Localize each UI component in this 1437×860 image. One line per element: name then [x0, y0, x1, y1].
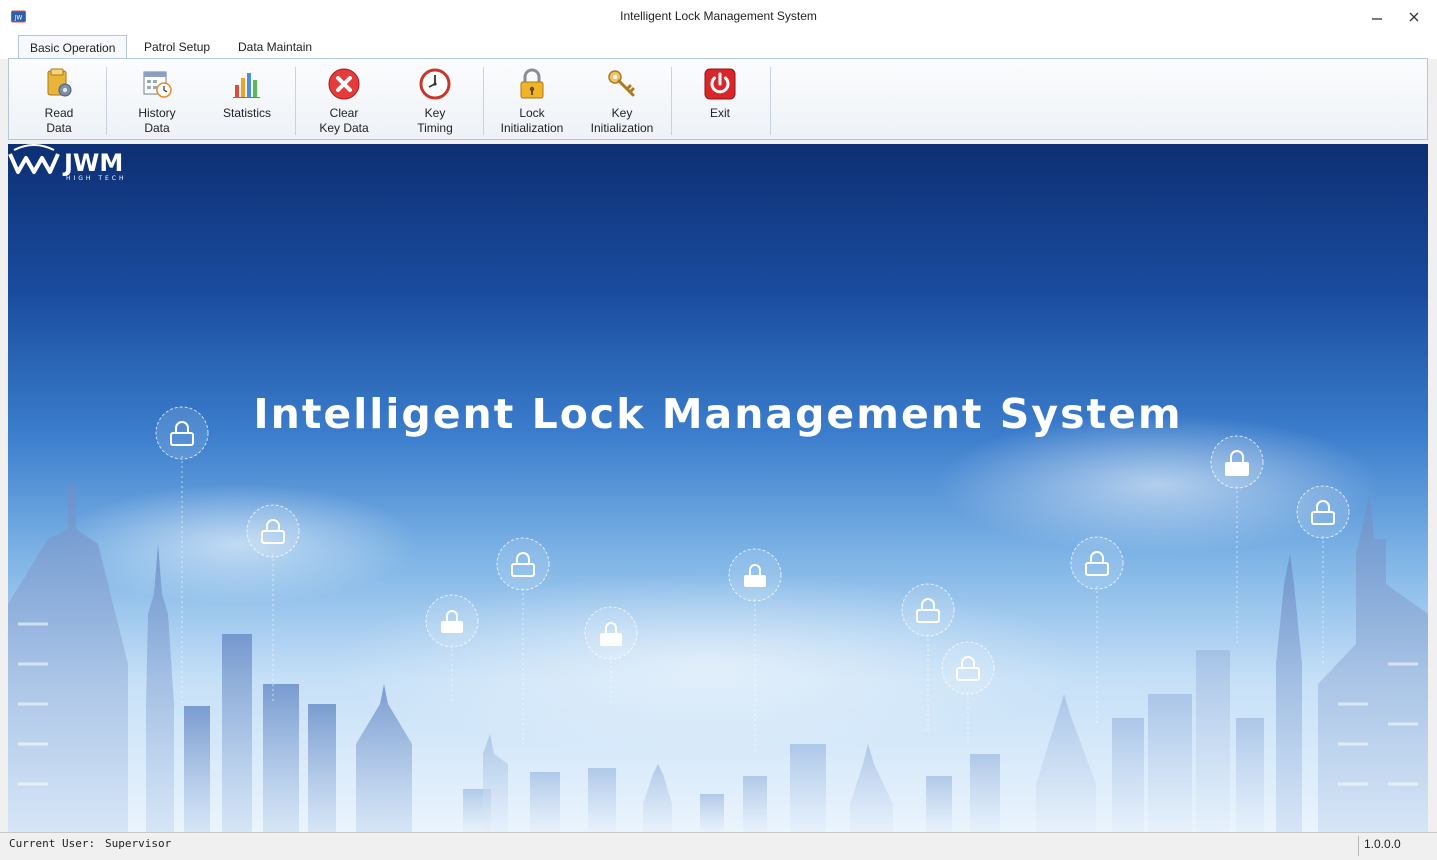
tab-data-maintain[interactable]: Data Maintain [227, 35, 323, 59]
read-data-icon [47, 68, 72, 97]
version-label: 1.0.0.0 [1364, 837, 1401, 851]
red-x-icon [328, 68, 360, 100]
minimize-button[interactable] [1360, 0, 1394, 33]
key-icon [608, 70, 635, 97]
svg-text:HIGH TECH: HIGH TECH [66, 175, 127, 182]
read-data-button[interactable]: Read Data [21, 59, 97, 139]
close-icon [1409, 12, 1419, 21]
bar-chart-icon [233, 73, 260, 98]
key-initialization-label: Key Initialization [590, 106, 654, 135]
close-button[interactable] [1397, 0, 1431, 33]
clear-key-data-button[interactable]: Clear Key Data [306, 59, 382, 139]
exit-label: Exit [709, 106, 730, 120]
jwm-logo: JWM HIGH TECH [8, 144, 127, 182]
current-user-value: Supervisor [105, 837, 172, 850]
padlock-icon [520, 68, 544, 99]
ribbon-separator [483, 67, 484, 135]
ribbon-tabstrip: Basic Operation Patrol Setup Data Mainta… [0, 33, 1437, 59]
city-skyline-illustration [8, 406, 1428, 832]
power-icon [704, 68, 736, 100]
status-bar: Current User: Supervisor 1.0.0.0 [0, 832, 1437, 860]
calendar-clock-icon [143, 71, 172, 98]
statistics-label: Statistics [222, 106, 271, 120]
ribbon-separator [770, 67, 771, 135]
lock-initialization-button[interactable]: Lock Initialization [492, 59, 572, 139]
ribbon-panel: Read Data History Data Statistics Clear … [8, 58, 1428, 140]
ribbon-separator [106, 67, 107, 135]
history-data-label: History Data [138, 106, 176, 135]
ribbon-separator [671, 67, 672, 135]
statistics-button[interactable]: Statistics [209, 59, 285, 139]
ribbon-separator [295, 67, 296, 135]
title-bar: JW Intelligent Lock Management System [0, 0, 1437, 33]
clear-key-data-label: Clear Key Data [319, 106, 369, 135]
banner-title: Intelligent Lock Management System [253, 390, 1183, 438]
svg-text:JWM: JWM [62, 149, 123, 177]
key-timing-label: Key Timing [417, 106, 453, 135]
clock-icon [419, 68, 451, 100]
read-data-label: Read Data [44, 106, 74, 135]
tab-patrol-setup[interactable]: Patrol Setup [133, 35, 221, 59]
key-initialization-button[interactable]: Key Initialization [582, 59, 662, 139]
exit-button[interactable]: Exit [682, 59, 758, 139]
tab-basic-operation[interactable]: Basic Operation [18, 35, 128, 59]
welcome-banner: JWM HIGH TECH Intelligent Lock Managemen… [8, 144, 1428, 832]
key-timing-button[interactable]: Key Timing [397, 59, 473, 139]
window-title: Intelligent Lock Management System [620, 9, 817, 23]
history-data-button[interactable]: History Data [119, 59, 195, 139]
current-user-label: Current User: [9, 837, 96, 850]
lock-initialization-label: Lock Initialization [500, 106, 564, 135]
status-separator [1358, 836, 1359, 856]
minimize-icon [1372, 17, 1382, 20]
